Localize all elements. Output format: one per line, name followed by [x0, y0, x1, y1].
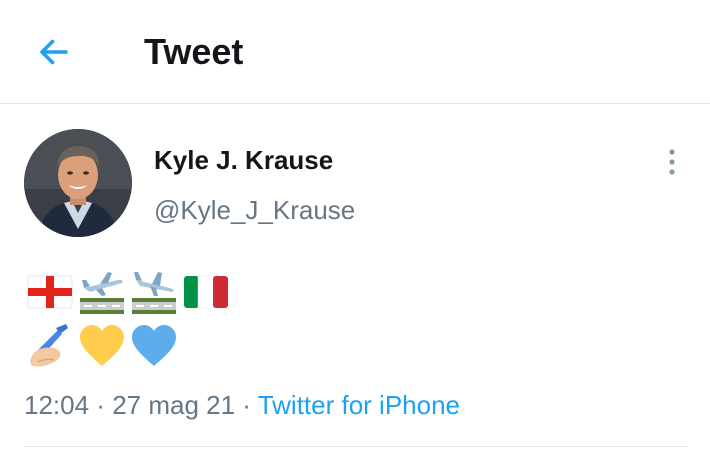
tweet-text-line-2: [26, 322, 178, 370]
airplane-runway-icon: [80, 272, 124, 314]
divider: [24, 446, 688, 447]
flag-england-icon: [27, 275, 73, 309]
tweet-source-link[interactable]: Twitter for iPhone: [258, 390, 460, 420]
meta-separator: ·: [235, 390, 258, 420]
top-bar: Tweet: [0, 0, 710, 104]
yellow-heart-icon: [80, 325, 124, 366]
meta-separator: ·: [89, 390, 113, 420]
page-title: Tweet: [144, 31, 244, 72]
author-handle[interactable]: @Kyle_J_Krause: [154, 194, 355, 226]
arrow-left-icon: [40, 39, 68, 65]
tweet-metadata: 12:04 · 27 mag 21 · Twitter for iPhone: [24, 388, 460, 422]
tweet-date: 27 mag 21: [112, 390, 236, 420]
flag-italy-icon: [184, 275, 228, 309]
tweet-text-line-1: [26, 268, 230, 316]
more-vertical-icon: [669, 149, 675, 175]
blue-heart-icon: [132, 325, 176, 366]
author-name[interactable]: Kyle J. Krause: [154, 144, 333, 176]
airplane-runway-icon: [132, 272, 176, 314]
back-button[interactable]: [32, 30, 76, 74]
tweet-time: 12:04: [24, 390, 90, 420]
avatar[interactable]: [24, 129, 132, 237]
writing-hand-icon: [30, 324, 68, 367]
more-options-button[interactable]: [656, 144, 688, 180]
